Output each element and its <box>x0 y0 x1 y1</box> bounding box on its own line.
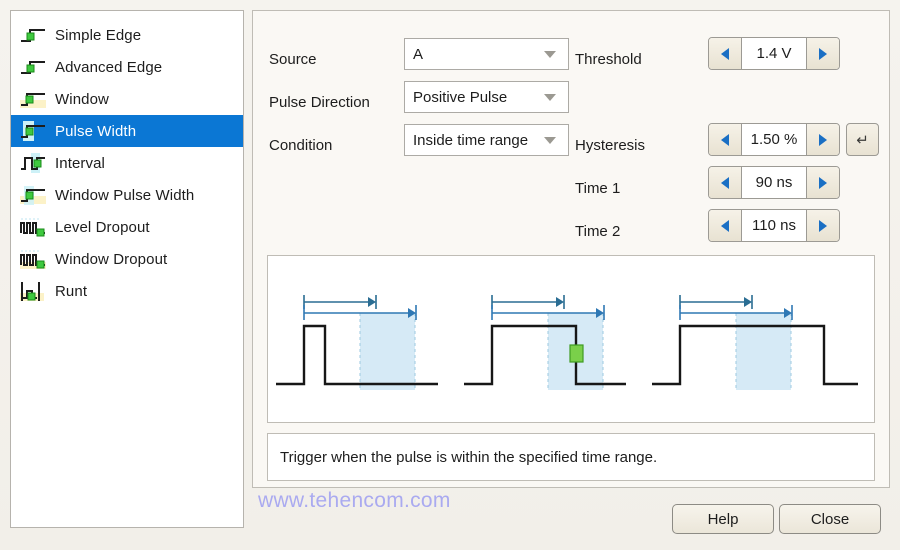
pulse-direction-value: Positive Pulse <box>413 88 508 106</box>
trigger-type-list[interactable]: Simple Edge Advanced Edge Window Pulse W… <box>10 10 244 528</box>
advanced-edge-icon <box>19 55 49 79</box>
sidebar-item-simple-edge[interactable]: Simple Edge <box>11 19 243 51</box>
help-button[interactable]: Help <box>672 504 774 534</box>
edge-icon <box>19 23 49 47</box>
hysteresis-increment-button[interactable] <box>806 124 839 155</box>
source-select[interactable]: A <box>404 38 569 70</box>
threshold-stepper[interactable]: 1.4 V <box>708 37 840 70</box>
arrow-left-icon <box>721 219 729 232</box>
pulse-width-icon <box>19 119 49 143</box>
arrow-right-icon <box>819 176 827 189</box>
sidebar-item-runt[interactable]: Runt <box>11 275 243 307</box>
sidebar-item-level-dropout[interactable]: Level Dropout <box>11 211 243 243</box>
sidebar-item-window-dropout[interactable]: Window Dropout <box>11 243 243 275</box>
trigger-form: Source A Threshold 1.4 V Pulse Direction… <box>253 11 889 249</box>
threshold-decrement-button[interactable] <box>709 38 742 69</box>
arrow-right-icon <box>819 133 827 146</box>
time1-value[interactable]: 90 ns <box>742 167 806 198</box>
pulse-direction-select[interactable]: Positive Pulse <box>404 81 569 113</box>
condition-select[interactable]: Inside time range <box>404 124 569 156</box>
diagram-case-1 <box>276 295 438 390</box>
sidebar-item-label: Window <box>55 90 109 108</box>
arrow-left-icon <box>721 176 729 189</box>
watermark: www.tehencom.com <box>258 489 451 512</box>
time2-value[interactable]: 110 ns <box>742 210 806 241</box>
description-text: Trigger when the pulse is within the spe… <box>280 448 658 466</box>
hysteresis-decrement-button[interactable] <box>709 124 742 155</box>
undo-icon: ↵ <box>856 131 869 149</box>
sidebar-item-window[interactable]: Window <box>11 83 243 115</box>
interval-icon <box>19 151 49 175</box>
runt-icon <box>19 279 49 303</box>
threshold-value[interactable]: 1.4 V <box>742 38 806 69</box>
time1-label: Time 1 <box>575 180 621 197</box>
sidebar-item-label: Advanced Edge <box>55 58 163 76</box>
arrow-right-icon <box>819 219 827 232</box>
diagram-case-3 <box>652 295 858 390</box>
time1-decrement-button[interactable] <box>709 167 742 198</box>
arrow-left-icon <box>721 47 729 60</box>
chevron-down-icon <box>544 50 556 58</box>
sidebar-item-label: Pulse Width <box>55 122 137 140</box>
sidebar-item-label: Interval <box>55 154 105 172</box>
condition-label: Condition <box>269 137 333 154</box>
chevron-down-icon <box>544 136 556 144</box>
time2-decrement-button[interactable] <box>709 210 742 241</box>
window-dropout-icon <box>19 247 49 271</box>
sidebar-item-label: Window Pulse Width <box>55 186 195 204</box>
sidebar-item-interval[interactable]: Interval <box>11 147 243 179</box>
time1-increment-button[interactable] <box>806 167 839 198</box>
arrow-right-icon <box>819 47 827 60</box>
threshold-label: Threshold <box>575 51 642 68</box>
arrow-left-icon <box>721 133 729 146</box>
sidebar-item-window-pulse-width[interactable]: Window Pulse Width <box>11 179 243 211</box>
sidebar-item-label: Simple Edge <box>55 26 142 44</box>
source-label: Source <box>269 51 317 68</box>
trigger-point-marker <box>569 344 584 363</box>
pulse-direction-label: Pulse Direction <box>269 94 370 111</box>
time2-increment-button[interactable] <box>806 210 839 241</box>
description-box: Trigger when the pulse is within the spe… <box>267 433 875 481</box>
pulse-width-illustration <box>276 295 858 390</box>
hysteresis-reset-button[interactable]: ↵ <box>846 123 879 156</box>
time2-stepper[interactable]: 110 ns <box>708 209 840 242</box>
window-icon <box>19 87 49 111</box>
diagram-case-2 <box>464 295 626 390</box>
threshold-increment-button[interactable] <box>806 38 839 69</box>
sidebar-item-label: Runt <box>55 282 88 300</box>
close-button[interactable]: Close <box>779 504 881 534</box>
hysteresis-label: Hysteresis <box>575 137 646 154</box>
time1-stepper[interactable]: 90 ns <box>708 166 840 199</box>
sidebar-item-label: Window Dropout <box>55 250 168 268</box>
hysteresis-value[interactable]: 1.50 % <box>742 124 806 155</box>
hysteresis-stepper[interactable]: 1.50 % <box>708 123 840 156</box>
waveform-diagram <box>267 255 875 423</box>
level-dropout-icon <box>19 215 49 239</box>
sidebar-item-pulse-width[interactable]: Pulse Width <box>11 115 243 147</box>
sidebar-item-label: Level Dropout <box>55 218 150 236</box>
time2-label: Time 2 <box>575 223 621 240</box>
trigger-setup-dialog: Simple Edge Advanced Edge Window Pulse W… <box>0 0 900 550</box>
settings-panel: Source A Threshold 1.4 V Pulse Direction… <box>252 10 890 488</box>
condition-value: Inside time range <box>413 131 529 149</box>
source-value: A <box>413 45 424 63</box>
sidebar-item-advanced-edge[interactable]: Advanced Edge <box>11 51 243 83</box>
chevron-down-icon <box>544 93 556 101</box>
window-pulse-width-icon <box>19 183 49 207</box>
